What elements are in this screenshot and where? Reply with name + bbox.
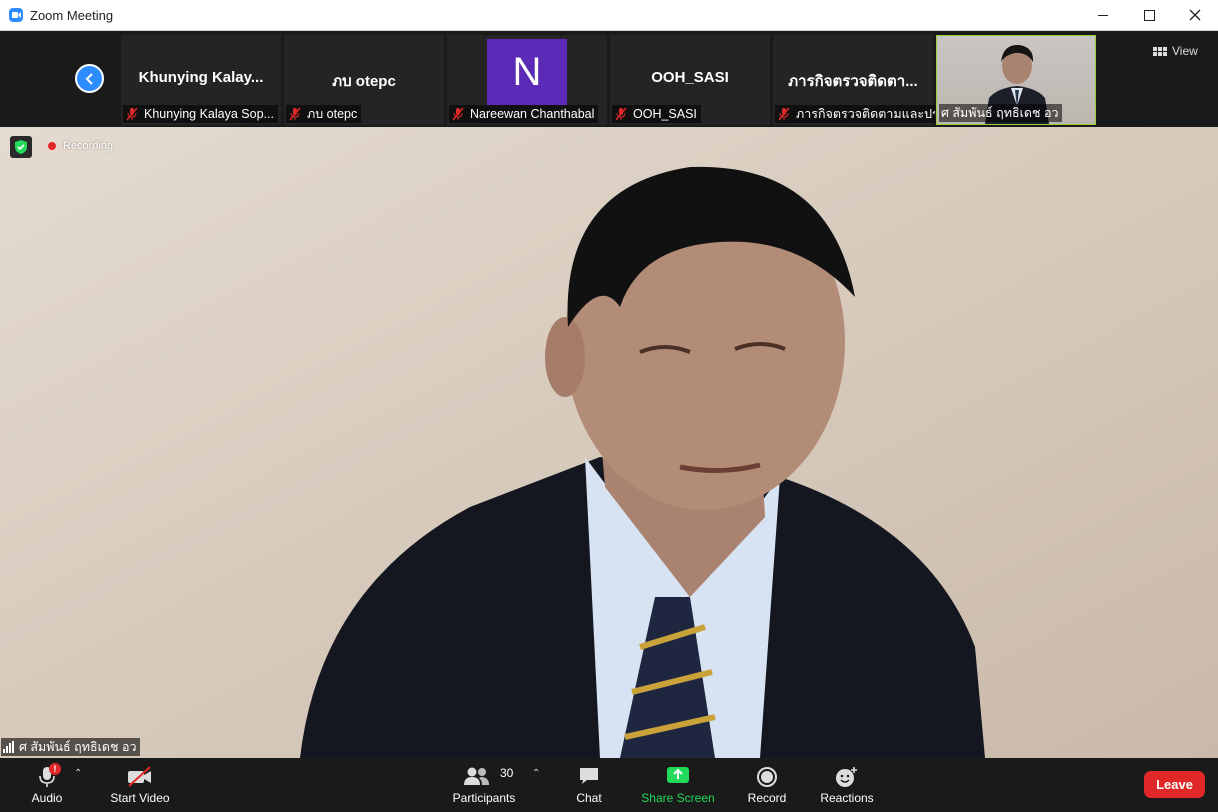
participants-options-caret-icon[interactable]: ⌃ (532, 768, 540, 779)
recording-indicator: Recording (47, 140, 113, 152)
participant-tile[interactable]: Khunying Kalay... Khunying Kalaya Sop... (121, 35, 281, 125)
start-video-label: Start Video (110, 791, 170, 805)
view-label: View (1172, 44, 1198, 58)
window-title: Zoom Meeting (30, 8, 114, 23)
reactions-icon (836, 767, 857, 787)
minimize-button[interactable] (1080, 0, 1126, 30)
chat-icon (580, 768, 598, 784)
participant-tile[interactable]: ภบ otepc ภบ otepc (284, 35, 444, 125)
view-button[interactable]: View (1153, 39, 1209, 63)
encryption-shield-icon[interactable] (10, 136, 32, 158)
participants-label: Participants (452, 791, 516, 805)
participant-tile[interactable]: N Nareewan Chanthabal (447, 35, 607, 125)
reactions-label: Reactions (820, 791, 874, 805)
share-screen-label: Share Screen (641, 791, 715, 805)
recording-label: Recording (63, 140, 114, 152)
participant-label-text: ศ สัมพันธ์ ฤทธิเดช อว (941, 106, 1059, 120)
signal-strength-icon (3, 741, 14, 753)
minimize-icon (1098, 14, 1108, 16)
participant-tile-active[interactable]: ศ สัมพันธ์ ฤทธิเดช อว (936, 35, 1096, 125)
audio-label: Audio (31, 791, 63, 805)
participant-label-text: Khunying Kalaya Sop... (144, 107, 274, 121)
grid-view-icon (1153, 46, 1167, 56)
participant-name: OOH_SASI (651, 69, 729, 86)
mic-muted-icon (615, 107, 627, 121)
participant-label-text: Nareewan Chanthabal (470, 107, 595, 121)
title-bar: Zoom Meeting (0, 0, 1218, 31)
mic-muted-icon (289, 107, 301, 121)
zoom-logo-icon (9, 8, 23, 22)
participant-tile[interactable]: ภารกิจตรวจติดตา... ภารกิจตรวจติดตามและปร… (773, 35, 935, 125)
previous-page-button[interactable] (75, 64, 104, 93)
participant-tile[interactable]: OOH_SASI OOH_SASI (610, 35, 770, 125)
leave-button[interactable]: Leave (1144, 771, 1205, 798)
participant-label-text: ภบ otepc (307, 107, 358, 121)
audio-button[interactable]: ! Audio (22, 758, 72, 812)
avatar: N (487, 39, 567, 105)
chevron-left-icon (85, 72, 93, 85)
participant-label: ภารกิจตรวจติดตามและปร... (775, 105, 935, 123)
record-button[interactable]: Record (742, 758, 792, 812)
participant-name: ภารกิจตรวจติดตา... (788, 73, 918, 90)
audio-warning-badge: ! (49, 763, 61, 775)
recording-dot-icon (47, 141, 57, 151)
participant-label: ภบ otepc (286, 105, 362, 123)
close-icon (1189, 9, 1201, 21)
mic-muted-icon (452, 107, 464, 121)
video-off-icon (128, 766, 151, 787)
audio-options-caret-icon[interactable]: ⌃ (74, 768, 82, 779)
reactions-button[interactable]: Reactions (816, 758, 878, 812)
mic-muted-icon (778, 107, 790, 121)
participant-label-text: ภารกิจตรวจติดตามและปร... (796, 107, 935, 121)
start-video-button[interactable]: Start Video (104, 758, 176, 812)
participant-label: Nareewan Chanthabal (449, 105, 599, 123)
chat-label: Chat (576, 791, 602, 805)
main-video[interactable]: Recording ศ สัมพันธ์ ฤทธิเดช อว (0, 127, 1218, 758)
participants-count: 30 (500, 766, 514, 780)
participant-label: Khunying Kalaya Sop... (123, 105, 278, 123)
speaker-video-figure (0, 127, 1218, 758)
maximize-icon (1143, 9, 1155, 21)
meeting-toolbar: ! Audio ⌃ Start Video 30 Participants ⌃ … (0, 758, 1218, 812)
participants-icon (464, 767, 489, 785)
speaker-name: ศ สัมพันธ์ ฤทธิเดช อว (19, 740, 137, 754)
participant-label: OOH_SASI (612, 105, 701, 123)
participants-button[interactable]: 30 Participants (448, 758, 520, 812)
share-screen-button[interactable]: Share Screen (640, 758, 716, 812)
close-button[interactable] (1172, 0, 1218, 30)
record-label: Record (747, 791, 787, 805)
chat-button[interactable]: Chat (566, 758, 612, 812)
share-screen-icon (667, 767, 689, 783)
record-icon (757, 767, 777, 787)
speaker-name-label: ศ สัมพันธ์ ฤทธิเดช อว (1, 738, 141, 756)
participant-name: Khunying Kalay... (138, 69, 264, 86)
gallery-strip: Khunying Kalay... Khunying Kalaya Sop...… (0, 31, 1218, 127)
participant-label-text: OOH_SASI (633, 107, 697, 121)
maximize-button[interactable] (1126, 0, 1172, 30)
mic-muted-icon (126, 107, 138, 121)
participant-label: ศ สัมพันธ์ ฤทธิเดช อว (939, 104, 1063, 122)
participant-name: ภบ otepc (332, 73, 396, 90)
